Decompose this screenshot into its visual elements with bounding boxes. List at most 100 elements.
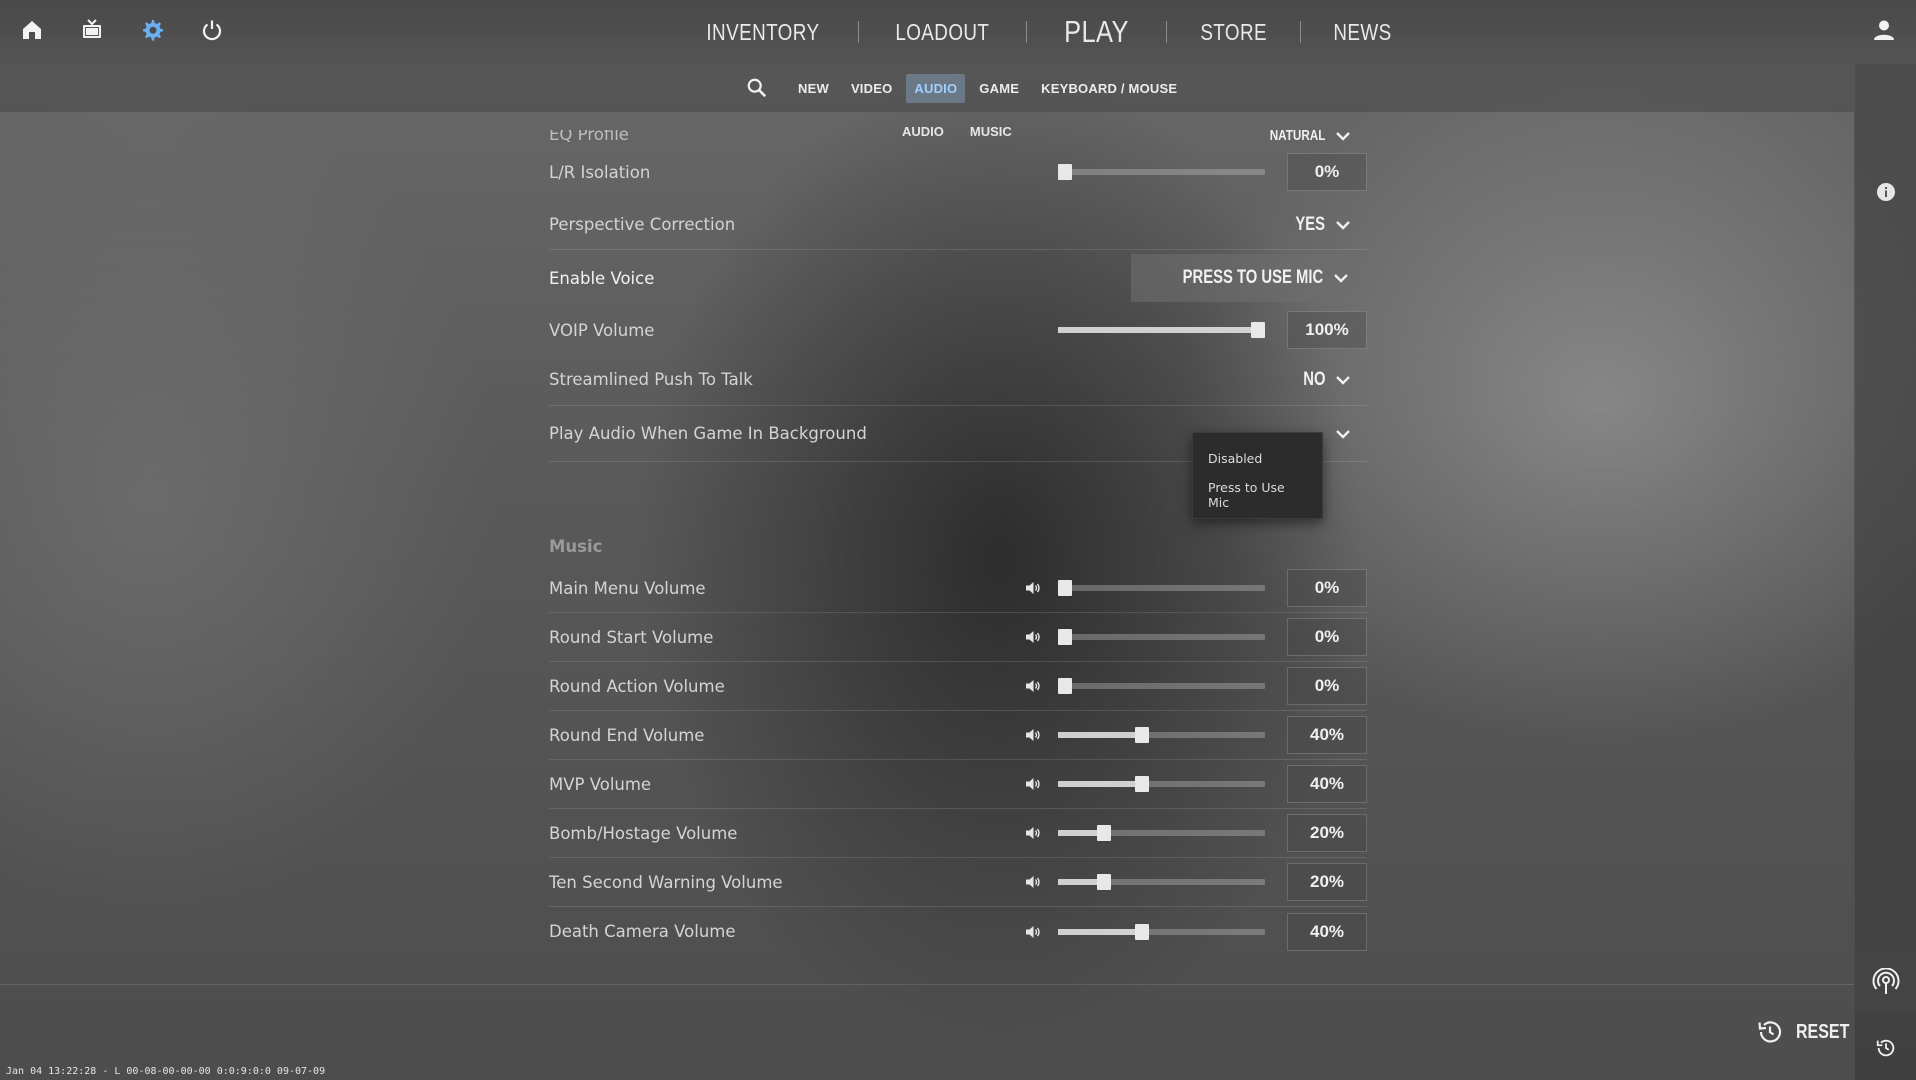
slider-thumb[interactable] [1135, 923, 1150, 940]
volume-slider[interactable] [1058, 580, 1265, 596]
setting-label: Streamlined Push To Talk [549, 370, 753, 389]
slider-thumb[interactable] [1058, 164, 1072, 180]
speaker-icon[interactable] [1024, 579, 1042, 597]
chevron-down-icon [1336, 375, 1350, 385]
streamlined-ptt-dropdown[interactable]: NO [1297, 369, 1352, 391]
tv-icon[interactable] [78, 16, 106, 44]
info-icon[interactable] [1876, 182, 1896, 202]
music-row: Main Menu Volume 0% [549, 564, 1367, 613]
top-bar: INVENTORY LOADOUT PLAY STORE NEWS [0, 0, 1916, 64]
music-row: Death Camera Volume 40% [549, 907, 1367, 956]
dropdown-value: YES [1295, 213, 1325, 235]
setting-row-eq-profile: EQ Profile NATURAL [549, 130, 1367, 144]
volume-slider[interactable] [1058, 923, 1265, 940]
eq-profile-dropdown[interactable]: NATURAL [1254, 130, 1351, 144]
background-audio-dropdown[interactable] [1335, 429, 1351, 439]
volume-value[interactable]: 0% [1287, 618, 1367, 656]
nav-separator [1165, 21, 1167, 43]
voip-volume-slider[interactable] [1058, 322, 1265, 338]
power-icon[interactable] [198, 16, 226, 44]
speaker-icon[interactable] [1024, 923, 1042, 941]
nav-play[interactable]: PLAY [1039, 14, 1153, 50]
tab-video[interactable]: VIDEO [843, 74, 900, 103]
volume-slider[interactable] [1058, 874, 1265, 890]
speaker-icon[interactable] [1024, 775, 1042, 793]
music-row: Round Action Volume 0% [549, 662, 1367, 711]
nav-separator [857, 21, 859, 43]
reset-icon [1758, 1021, 1782, 1043]
volume-value[interactable]: 0% [1287, 569, 1367, 607]
volume-value[interactable]: 20% [1287, 863, 1367, 901]
top-left-icons [18, 16, 226, 44]
gear-icon[interactable] [138, 16, 166, 44]
user-icon[interactable] [1872, 18, 1900, 46]
lr-isolation-value[interactable]: 0% [1287, 153, 1367, 191]
reset-label: RESET [1796, 1020, 1850, 1043]
slider-thumb[interactable] [1058, 580, 1072, 596]
home-icon[interactable] [18, 16, 46, 44]
tab-new[interactable]: NEW [790, 74, 837, 103]
right-rail [1854, 64, 1916, 1080]
speaker-icon[interactable] [1024, 873, 1042, 891]
slider-thumb[interactable] [1096, 874, 1111, 890]
tab-audio[interactable]: AUDIO [906, 73, 966, 103]
chevron-down-icon [1334, 274, 1348, 283]
volume-value[interactable]: 20% [1287, 814, 1367, 852]
nav-news[interactable]: NEWS [1312, 19, 1413, 46]
music-row: Round Start Volume 0% [549, 613, 1367, 662]
volume-slider[interactable] [1058, 678, 1265, 694]
slider-thumb[interactable] [1096, 825, 1111, 841]
volume-value[interactable]: 40% [1287, 765, 1367, 803]
speaker-icon[interactable] [1024, 628, 1042, 646]
setting-row-enable-voice: Enable Voice PRESS TO USE MIC [549, 250, 1367, 306]
slider-thumb[interactable] [1135, 727, 1150, 743]
setting-label: Perspective Correction [549, 215, 736, 234]
music-rows: Main Menu Volume 0% Round Start Volume 0% Ro… [549, 564, 1367, 956]
setting-label: EQ Profile [549, 130, 629, 144]
chevron-down-icon [1336, 131, 1350, 141]
enable-voice-dropdown[interactable]: PRESS TO USE MIC [1130, 254, 1363, 302]
speaker-icon[interactable] [1024, 824, 1042, 842]
tab-game[interactable]: GAME [971, 74, 1027, 103]
status-line: Jan 04 13:22:28 - L 00-08-00-00-00 0:0:9… [6, 1066, 326, 1077]
perspective-correction-dropdown[interactable]: YES [1287, 214, 1351, 236]
voip-volume-value[interactable]: 100% [1287, 311, 1367, 349]
music-row: Bomb/Hostage Volume 20% [549, 809, 1367, 858]
nav-loadout[interactable]: LOADOUT [874, 19, 1011, 46]
volume-slider[interactable] [1058, 727, 1265, 743]
volume-value[interactable]: 0% [1287, 667, 1367, 705]
setting-row-perspective-correction: Perspective Correction YES [549, 200, 1367, 250]
settings-tabs: NEW VIDEO AUDIO GAME KEYBOARD / MOUSE [740, 72, 1185, 104]
volume-value[interactable]: 40% [1287, 912, 1367, 951]
setting-row-streamlined-ptt: Streamlined Push To Talk NO [549, 354, 1367, 406]
volume-value[interactable]: 40% [1287, 716, 1367, 754]
search-icon[interactable] [740, 72, 774, 104]
volume-slider[interactable] [1058, 776, 1265, 792]
setting-row-voip-volume: VOIP Volume 100% [549, 306, 1367, 354]
chevron-down-icon [1336, 220, 1350, 230]
slider-thumb[interactable] [1135, 776, 1150, 792]
volume-slider[interactable] [1058, 629, 1265, 645]
speaker-icon[interactable] [1024, 726, 1042, 744]
broadcast-icon[interactable] [1855, 950, 1916, 1014]
slider-thumb[interactable] [1251, 322, 1265, 338]
music-row: Round End Volume 40% [549, 711, 1367, 760]
volume-slider[interactable] [1058, 825, 1265, 841]
music-row: MVP Volume 40% [549, 760, 1367, 809]
main-nav: INVENTORY LOADOUT PLAY STORE NEWS [668, 12, 1424, 52]
tab-keyboard-mouse[interactable]: KEYBOARD / MOUSE [1033, 74, 1185, 103]
menu-option-disabled[interactable]: Disabled [1193, 445, 1322, 474]
speaker-icon[interactable] [1024, 677, 1042, 695]
reset-button[interactable]: RESET [1756, 1018, 1863, 1046]
slider-thumb[interactable] [1058, 629, 1072, 645]
chevron-down-icon [1336, 429, 1350, 439]
history-icon[interactable] [1855, 1016, 1916, 1080]
slider-thumb[interactable] [1058, 678, 1072, 694]
nav-inventory[interactable]: INVENTORY [685, 19, 841, 46]
lr-isolation-slider[interactable] [1058, 164, 1265, 180]
dropdown-value: PRESS TO USE MIC [1182, 267, 1323, 288]
settings-content: EQ Profile NATURAL L/R Isolation 0% Pers… [549, 130, 1367, 984]
enable-voice-menu: Disabled Press to Use Mic [1192, 432, 1323, 519]
menu-option-press-to-use-mic[interactable]: Press to Use Mic [1193, 474, 1322, 518]
nav-store[interactable]: STORE [1179, 19, 1288, 46]
